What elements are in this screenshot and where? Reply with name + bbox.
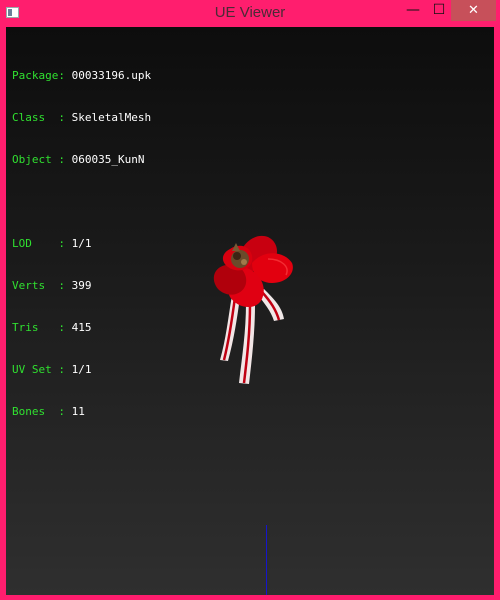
minimize-button[interactable]: — xyxy=(402,0,424,21)
mesh-model[interactable] xyxy=(6,27,494,595)
3d-viewport[interactable]: Package: 00033196.upk Class : SkeletalMe… xyxy=(6,27,494,595)
flower-petals xyxy=(213,235,293,308)
minimize-icon: — xyxy=(406,2,420,18)
window-title: UE Viewer xyxy=(214,4,286,21)
title-bar[interactable]: UE Viewer — ☐ ✕ xyxy=(0,0,500,27)
app-window: UE Viewer — ☐ ✕ Package: 00033196.upk Cl… xyxy=(0,0,500,600)
maximize-button[interactable]: ☐ xyxy=(428,0,450,21)
close-button[interactable]: ✕ xyxy=(451,0,496,21)
z-axis-line xyxy=(266,525,267,595)
maximize-icon: ☐ xyxy=(432,2,446,18)
ribbon-left xyxy=(220,295,240,361)
close-icon: ✕ xyxy=(468,3,479,18)
ribbon-middle xyxy=(239,303,255,384)
